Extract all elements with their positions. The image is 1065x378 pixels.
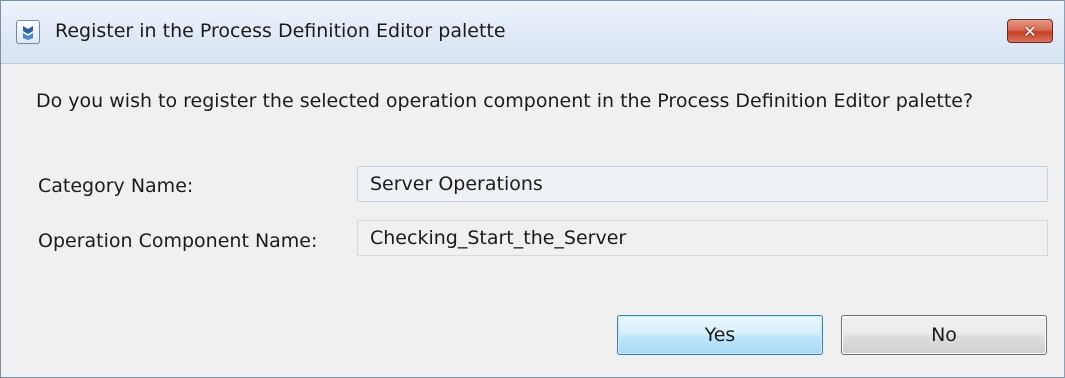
app-icon (16, 20, 40, 44)
dialog-body: Do you wish to register the selected ope… (1, 64, 1064, 377)
yes-button[interactable]: Yes (617, 315, 823, 355)
category-name-input[interactable] (357, 166, 1048, 202)
dialog-window: Register in the Process Definition Edito… (0, 0, 1065, 378)
category-name-label: Category Name: (38, 175, 194, 197)
app-glyph-icon (23, 26, 33, 40)
window-title: Register in the Process Definition Edito… (55, 20, 506, 42)
close-icon: ✕ (1023, 21, 1037, 41)
operation-component-name-label: Operation Component Name: (38, 230, 318, 252)
no-button[interactable]: No (841, 315, 1047, 355)
close-button[interactable]: ✕ (1007, 19, 1053, 43)
question-text: Do you wish to register the selected ope… (36, 90, 974, 112)
title-bar[interactable]: Register in the Process Definition Edito… (1, 1, 1064, 64)
operation-component-name-field[interactable] (357, 220, 1048, 256)
